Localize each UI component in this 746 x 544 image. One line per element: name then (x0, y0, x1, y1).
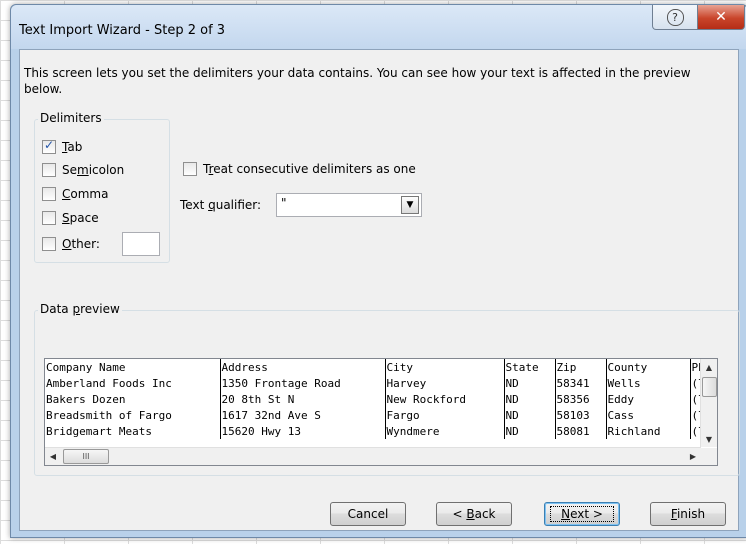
dialog-body: This screen lets you set the delimiters … (19, 49, 740, 531)
checkbox-icon (42, 187, 56, 201)
comma-label: Comma (62, 187, 109, 201)
space-checkbox[interactable]: Space (42, 211, 99, 225)
checkbox-icon (42, 237, 56, 251)
horizontal-scrollbar[interactable]: ◀ III ▶ (45, 447, 701, 465)
vertical-scroll-thumb[interactable] (702, 377, 717, 397)
close-icon: ✕ (715, 9, 727, 25)
semicolon-checkbox[interactable]: Semicolon (42, 163, 124, 177)
preview-cell: Wyndmere (385, 423, 505, 439)
preview-cell: Company Name (45, 359, 221, 375)
text-qualifier-select[interactable]: " ▼ (276, 193, 422, 217)
preview-cell: ND (504, 423, 556, 439)
data-preview-table: Company Name Address City State Zip County Ph A… (45, 359, 711, 439)
text-qualifier-label: Text qualifier: (180, 198, 262, 212)
checkbox-icon (42, 211, 56, 225)
preview-cell: 1617 32nd Ave S (220, 407, 386, 423)
preview-cell: City (385, 359, 505, 375)
text-qualifier-value: " (281, 196, 287, 210)
semicolon-label: Semicolon (62, 163, 125, 177)
title-bar: Text Import Wizard - Step 2 of 3 ? ✕ (11, 5, 746, 49)
preview-cell: 58081 (555, 423, 607, 439)
preview-cell: Richland (606, 423, 691, 439)
cancel-button[interactable]: Cancel (330, 502, 406, 526)
back-button[interactable]: < Back (436, 502, 512, 526)
checkbox-checked-icon (42, 138, 56, 154)
preview-cell: Wells (606, 375, 691, 391)
dialog-title: Text Import Wizard - Step 2 of 3 (19, 23, 226, 38)
preview-cell: Breadsmith of Fargo (45, 407, 221, 423)
tab-checkbox[interactable]: Tab (42, 138, 83, 154)
preview-cell: New Rockford (385, 391, 505, 407)
preview-cell: 15620 Hwy 13 (220, 423, 386, 439)
description-text: This screen lets you set the delimiters … (24, 66, 691, 96)
finish-button-label: Finish (670, 507, 706, 521)
other-label: Other: (62, 237, 100, 251)
preview-cell: County (606, 359, 691, 375)
data-preview-legend: Data preview (38, 302, 122, 316)
preview-cell: 58103 (555, 407, 607, 423)
treat-consecutive-checkbox[interactable]: Treat consecutive delimiters as one (183, 162, 416, 176)
other-delimiter-input[interactable] (122, 232, 160, 256)
text-import-wizard-dialog: Text Import Wizard - Step 2 of 3 ? ✕ Thi… (10, 4, 746, 538)
preview-row: Breadsmith of Fargo 1617 32nd Ave S Fargo N… (45, 407, 711, 423)
preview-cell: 20 8th St N (220, 391, 386, 407)
other-checkbox[interactable]: Other: (42, 237, 100, 251)
preview-row: Bridgemart Meats 15620 Hwy 13 Wyndmere ND 58… (45, 423, 711, 439)
preview-cell: Zip (555, 359, 607, 375)
preview-cell: ND (504, 391, 556, 407)
preview-row: Company Name Address City State Zip County Ph (45, 359, 711, 375)
preview-row: Bakers Dozen 20 8th St N New Rockford ND 583… (45, 391, 711, 407)
treat-consecutive-label: Treat consecutive delimiters as one (203, 162, 416, 176)
delimiters-legend: Delimiters (38, 111, 104, 125)
scroll-up-icon[interactable]: ▲ (701, 359, 717, 375)
back-button-label: < Back (452, 507, 496, 521)
preview-cell: 1350 Frontage Road (220, 375, 386, 391)
preview-cell: Eddy (606, 391, 691, 407)
preview-cell: Cass (606, 407, 691, 423)
preview-row: Amberland Foods Inc 1350 Frontage Road Har… (45, 375, 711, 391)
next-button-label: Next > (550, 506, 614, 522)
comma-checkbox[interactable]: Comma (42, 187, 108, 201)
checkbox-icon (183, 162, 197, 176)
help-icon: ? (666, 8, 684, 26)
next-button[interactable]: Next > (544, 502, 620, 526)
dropdown-arrow-icon[interactable]: ▼ (401, 196, 419, 214)
preview-cell: State (504, 359, 556, 375)
close-button[interactable]: ✕ (697, 5, 745, 30)
scroll-down-icon[interactable]: ▼ (701, 431, 717, 447)
cancel-button-label: Cancel (347, 507, 389, 521)
data-preview-pane[interactable]: Company Name Address City State Zip County Ph A… (44, 358, 718, 466)
preview-cell: Address (220, 359, 386, 375)
preview-cell: Amberland Foods Inc (45, 375, 221, 391)
checkbox-icon (42, 163, 56, 177)
preview-cell: Bridgemart Meats (45, 423, 221, 439)
preview-cell: Fargo (385, 407, 505, 423)
space-label: Space (62, 211, 99, 225)
horizontal-scroll-thumb[interactable]: III (63, 449, 109, 464)
preview-cell: ND (504, 375, 556, 391)
preview-cell: 58341 (555, 375, 607, 391)
help-button[interactable]: ? (652, 5, 698, 30)
preview-cell: 58356 (555, 391, 607, 407)
finish-button[interactable]: Finish (650, 502, 726, 526)
preview-cell: ND (504, 407, 556, 423)
preview-cell: Bakers Dozen (45, 391, 221, 407)
vertical-scrollbar[interactable]: ▲ ▼ (700, 359, 717, 447)
scroll-right-icon[interactable]: ▶ (685, 448, 701, 465)
tab-label: Tab (62, 140, 83, 154)
scrollbar-corner (701, 448, 717, 465)
preview-cell: Harvey (385, 375, 505, 391)
scroll-left-icon[interactable]: ◀ (45, 448, 61, 465)
